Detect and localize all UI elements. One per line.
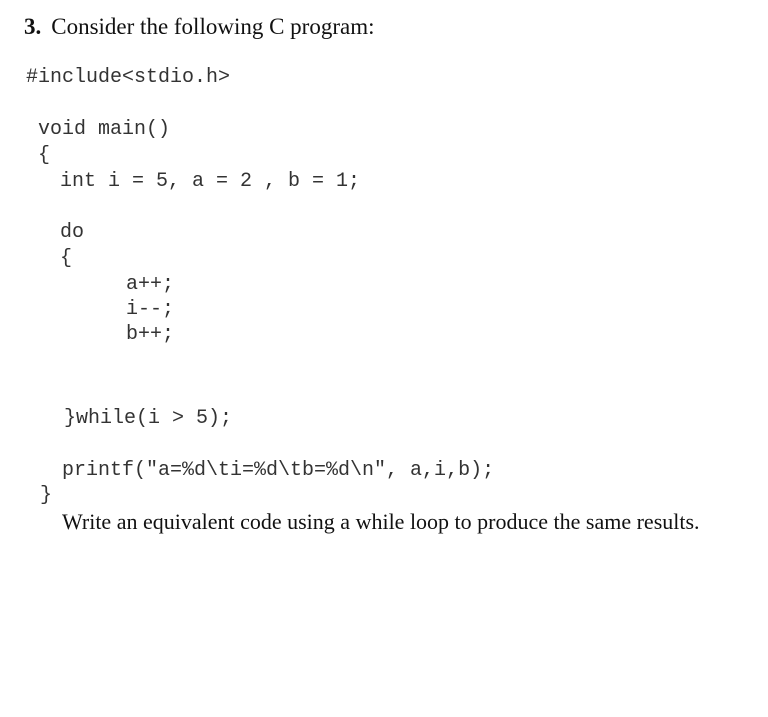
code-line-printf: printf("a=%d\ti=%d\tb=%d\n", a,i,b); <box>62 459 495 482</box>
code-line-main-signature: void main() <box>38 118 171 141</box>
code-line-do: do <box>60 221 85 244</box>
code-line-i-decrement: i--; <box>126 298 175 321</box>
code-line-do-open-brace: { <box>60 247 73 270</box>
code-line-declaration: int i = 5, a = 2 , b = 1; <box>60 170 361 193</box>
question-prompt: Write an equivalent code using a while l… <box>62 509 700 534</box>
question-number: 3. <box>24 14 42 39</box>
question-heading: 3. Consider the following C program: <box>24 15 375 38</box>
question-title: Consider the following C program: <box>51 14 375 39</box>
code-line-include: #include<stdio.h> <box>26 66 231 89</box>
code-line-close-brace: } <box>40 484 53 507</box>
code-line-while-condition: }while(i > 5); <box>64 407 233 430</box>
code-line-open-brace: { <box>38 144 51 167</box>
code-line-a-increment: a++; <box>126 273 175 296</box>
code-line-b-increment: b++; <box>126 323 175 346</box>
